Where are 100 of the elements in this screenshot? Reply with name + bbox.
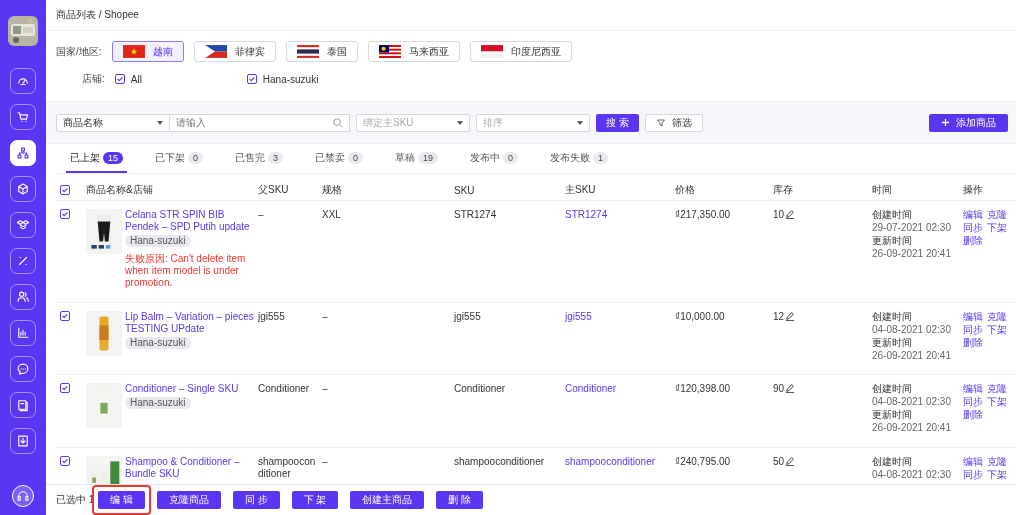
bulk-action-button[interactable]: 编 辑	[98, 491, 145, 509]
table-cell: 50	[773, 456, 785, 468]
pencil-icon[interactable]	[785, 383, 796, 393]
action-link[interactable]: 同步	[963, 222, 983, 234]
nav-button[interactable]	[10, 428, 36, 454]
tab[interactable]: 已下架 0	[151, 144, 208, 173]
action-link[interactable]: 下架	[987, 469, 1007, 481]
country-button[interactable]: 菲律宾	[193, 41, 276, 62]
search-button[interactable]: 搜 索	[596, 113, 639, 132]
sitemap-icon	[16, 146, 30, 160]
table-cell: ₫217,350.00	[675, 209, 731, 220]
flag-icon	[122, 45, 145, 58]
product-name-link[interactable]: Celana STR SPIN BIB Pendek – SPD Putih update	[125, 209, 256, 233]
action-link[interactable]: 删除	[963, 409, 983, 421]
main-sku-link[interactable]: jgi555	[565, 311, 592, 322]
action-link[interactable]: 克隆	[987, 209, 1007, 221]
table-cell-text: shampooconditioner	[258, 456, 317, 480]
checkbox[interactable]	[60, 209, 70, 219]
column-header: 父SKU	[258, 183, 290, 197]
table-cell: STR1274	[454, 209, 497, 220]
action-link[interactable]: 编辑	[963, 456, 983, 468]
product-name-link[interactable]: Shampoo & Conditioner – Bundle SKU	[125, 456, 256, 480]
action-link[interactable]: 同步	[963, 469, 983, 481]
cart-icon	[16, 110, 30, 124]
headset-icon	[16, 489, 30, 503]
country-button[interactable]: 泰国	[285, 41, 358, 62]
country-button[interactable]: 印度尼西亚	[469, 41, 572, 62]
bulk-action-button[interactable]: 下 架	[291, 491, 339, 509]
time-value: 26-09-2021 20:41	[872, 422, 952, 434]
pencil-icon[interactable]	[785, 456, 796, 466]
main-sku-link[interactable]: STR1274	[565, 209, 608, 220]
action-link[interactable]: 编辑	[963, 209, 983, 221]
table-cell: ₫240,795.00	[675, 456, 731, 467]
nav-button[interactable]	[10, 140, 36, 166]
bulk-action-button[interactable]: 创建主商品	[350, 491, 425, 509]
tab[interactable]: 已上架 15	[66, 144, 127, 173]
tab[interactable]: 已禁卖 0	[311, 144, 368, 173]
filter-label: 店铺:	[82, 72, 105, 86]
nav-button[interactable]	[10, 212, 36, 238]
product-name-link[interactable]: Conditioner – Single SKU	[125, 383, 239, 395]
column-header: SKU	[454, 184, 476, 196]
checkbox[interactable]	[60, 456, 70, 466]
search-field[interactable]: 请输入	[170, 113, 350, 132]
nav-button[interactable]	[10, 356, 36, 382]
bulk-action-button[interactable]: 克隆商品	[156, 491, 221, 509]
pencil-icon[interactable]	[785, 209, 796, 219]
country-button[interactable]: 马来西亚	[367, 41, 460, 62]
search-icon	[332, 116, 344, 129]
main-sku-link[interactable]: Conditioner	[565, 383, 617, 394]
pencil-icon[interactable]	[785, 311, 796, 321]
nav-button[interactable]	[10, 392, 36, 418]
main-sku-link[interactable]: shampooconditioner	[565, 456, 656, 467]
action-link[interactable]: 编辑	[963, 311, 983, 323]
time-value: 04-08-2021 02:30	[872, 396, 952, 408]
table-cell: Conditioner	[454, 383, 506, 394]
chat-icon	[16, 362, 30, 376]
flag-icon	[480, 45, 503, 58]
nav-button[interactable]	[10, 176, 36, 202]
filter-button[interactable]: 筛选	[644, 113, 703, 132]
bulk-action-button[interactable]: 同 步	[232, 491, 280, 509]
tab[interactable]: 草稿 19	[391, 144, 443, 173]
shop-tag: Hana-suzuki	[125, 397, 191, 409]
country-button[interactable]: 越南	[111, 41, 184, 62]
checkbox[interactable]	[60, 185, 70, 195]
action-link[interactable]: 克隆	[987, 311, 1007, 323]
nav-button[interactable]	[10, 284, 36, 310]
action-link[interactable]: 删除	[963, 337, 983, 349]
action-link[interactable]: 同步	[963, 396, 983, 408]
nav-button[interactable]	[10, 68, 36, 94]
time-label: 创建时间	[872, 209, 913, 221]
action-link[interactable]: 编辑	[963, 383, 983, 395]
nav-button[interactable]	[10, 320, 36, 346]
tab[interactable]: 发布失败 1	[546, 144, 613, 173]
tab[interactable]: 已售完 3	[231, 144, 288, 173]
field-select[interactable]: 商品名称	[56, 113, 170, 132]
checkbox[interactable]	[246, 74, 257, 84]
shop-tag: Hana-suzuki	[125, 337, 191, 349]
bulk-action-button[interactable]: 删 除	[436, 491, 484, 509]
action-link[interactable]: 克隆	[987, 383, 1007, 395]
action-link[interactable]: 下架	[987, 222, 1007, 234]
action-link[interactable]: 克隆	[987, 456, 1007, 468]
action-link[interactable]: 删除	[963, 235, 983, 247]
table-cell: –	[322, 311, 328, 322]
nav-button[interactable]	[10, 104, 36, 130]
column-header: 规格	[322, 183, 343, 197]
table-cell: 12	[773, 311, 785, 323]
checkbox[interactable]	[60, 311, 70, 321]
action-link[interactable]: 同步	[963, 324, 983, 336]
column-header: 库存	[773, 183, 794, 197]
action-link[interactable]: 下架	[987, 324, 1007, 336]
action-link[interactable]: 下架	[987, 396, 1007, 408]
add-product-button[interactable]: 添加商品	[929, 113, 1008, 132]
percent-icon	[16, 254, 30, 268]
checkbox[interactable]	[114, 74, 125, 84]
checkbox[interactable]	[60, 383, 70, 393]
product-name-link[interactable]: Lip Balm – Variation – pieces TESTING UPdate	[125, 311, 256, 335]
table-cell: 90	[773, 383, 785, 395]
support-button[interactable]	[12, 485, 34, 507]
tab[interactable]: 发布中 0	[466, 144, 523, 173]
checkbox-label: All	[130, 73, 142, 85]
